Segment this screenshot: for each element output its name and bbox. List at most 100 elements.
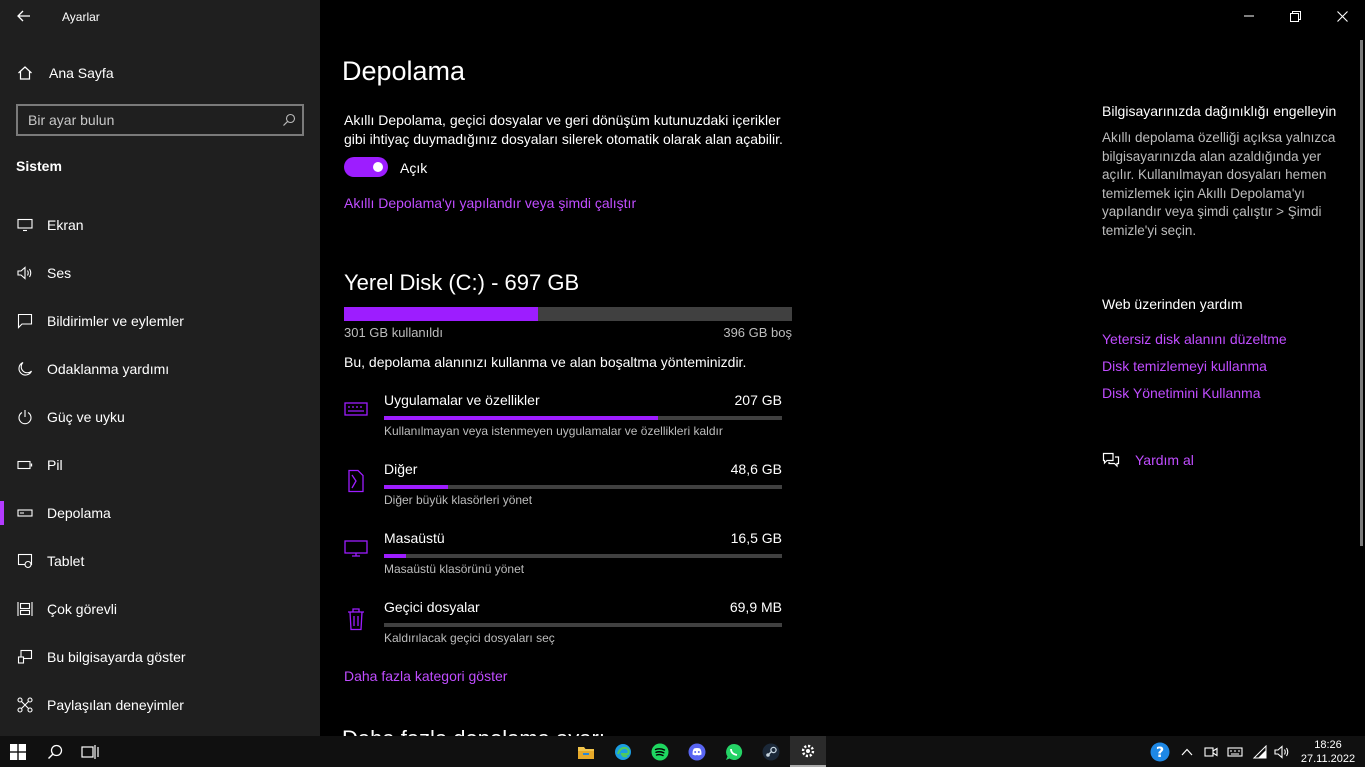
back-button[interactable] [12, 4, 36, 28]
tray-keyboard[interactable] [1225, 742, 1245, 762]
start-button[interactable] [0, 736, 36, 767]
more-storage-settings-heading: Daha fazla depolama ayarı [342, 726, 605, 736]
disk-title: Yerel Disk (C:) - 697 GB [344, 270, 580, 295]
keyboard-icon [1227, 747, 1243, 757]
sidebar-item-ses[interactable]: Ses [0, 249, 320, 297]
tray-volume[interactable] [1273, 742, 1291, 762]
toggle-knob [373, 162, 383, 172]
sidebar-item-cok-gorevli[interactable]: Çok görevli [0, 585, 320, 633]
taskbar-steam[interactable] [753, 736, 789, 767]
sidebar-item-label: Bildirimler ve eylemler [47, 313, 184, 329]
category-subtitle: Diğer büyük klasörleri yönet [384, 493, 533, 507]
battery-icon [16, 460, 34, 470]
category-bar [384, 554, 782, 558]
camera-icon [1204, 747, 1218, 757]
app-title: Ayarlar [62, 10, 100, 24]
help-link-low-disk[interactable]: Yetersiz disk alanını düzeltme [1102, 331, 1287, 347]
category-other[interactable]: Diğer 48,6 GB Diğer büyük klasörleri yön… [344, 461, 784, 519]
tray-overflow-button[interactable] [1178, 742, 1196, 762]
clock-date: 27.11.2022 [1300, 753, 1356, 765]
taskbar-discord[interactable] [679, 736, 715, 767]
home-icon [17, 65, 33, 81]
disk-usage-fill [344, 307, 538, 321]
usage-description: Bu, depolama alanınızı kullanma ve alan … [344, 354, 747, 370]
category-bar-fill [384, 416, 658, 420]
svg-text:?: ? [1156, 745, 1164, 761]
chat-help-icon [1102, 452, 1120, 468]
help-question-icon: ? [1150, 742, 1170, 762]
spotify-icon [651, 743, 669, 760]
sidebar-item-depolama[interactable]: Depolama [0, 489, 320, 537]
sidebar-item-label: Bu bilgisayarda göster [47, 649, 186, 665]
sidebar-item-bildirimler[interactable]: Bildirimler ve eylemler [0, 297, 320, 345]
toggle-state-label: Açık [400, 160, 428, 176]
configure-storage-sense-link[interactable]: Akıllı Depolama'yı yapılandır veya şimdi… [344, 195, 636, 211]
search-input[interactable] [18, 112, 276, 128]
category-name: Masaüstü [384, 530, 445, 546]
page-title: Depolama [342, 56, 466, 86]
main-content: Depolama Akıllı Depolama, geçici dosyala… [320, 0, 1365, 736]
edge-icon [615, 743, 631, 760]
close-button[interactable] [1319, 0, 1365, 32]
wifi-icon [1252, 745, 1267, 759]
moon-icon [16, 361, 34, 377]
scrollbar[interactable] [1360, 40, 1363, 546]
sidebar-item-pil[interactable]: Pil [0, 441, 320, 489]
get-help-button[interactable]: Yardım al [1102, 452, 1194, 468]
sidebar-item-guc[interactable]: Güç ve uyku [0, 393, 320, 441]
minimize-icon [1244, 15, 1254, 17]
category-bar-fill [384, 485, 448, 489]
taskbar-settings[interactable] [790, 736, 826, 767]
sidebar-item-odaklanma[interactable]: Odaklanma yardımı [0, 345, 320, 393]
back-arrow-icon [17, 10, 30, 22]
category-temp-files[interactable]: Geçici dosyalar 69,9 MB Kaldırılacak geç… [344, 599, 784, 657]
sidebar-item-label: Tablet [47, 553, 85, 569]
tray-camera[interactable] [1202, 742, 1220, 762]
sidebar-item-paylasilan[interactable]: Paylaşılan deneyimler [0, 681, 320, 729]
tray-help[interactable]: ? [1150, 742, 1170, 762]
taskbar-clock[interactable]: 18:26 27.11.2022 [1296, 738, 1360, 766]
search-icon[interactable] [276, 113, 302, 127]
help-link-disk-cleanup[interactable]: Disk temizlemeyi kullanma [1102, 358, 1267, 374]
taskbar-edge[interactable] [605, 736, 641, 767]
apps-keyboard-icon [344, 400, 368, 424]
taskbar-spotify[interactable] [642, 736, 678, 767]
sidebar-item-label: Ses [47, 265, 72, 281]
sidebar-item-ekran[interactable]: Ekran [0, 201, 320, 249]
sidebar-nav: Ekran Ses Bildirimler ve eylemler Odakla… [0, 201, 320, 729]
task-view-icon [81, 744, 99, 759]
restore-button[interactable] [1272, 0, 1318, 32]
taskbar-file-explorer[interactable] [568, 736, 604, 767]
category-desktop[interactable]: Masaüstü 16,5 GB Masaüstü klasörünü yöne… [344, 530, 784, 588]
search-box [16, 104, 304, 136]
task-view-button[interactable] [72, 736, 108, 767]
tray-network[interactable] [1251, 742, 1269, 762]
more-categories-link[interactable]: Daha fazla kategori göster [344, 668, 507, 684]
help-link-disk-management[interactable]: Disk Yönetimini Kullanma [1102, 385, 1260, 401]
restore-icon [1289, 10, 1301, 22]
category-subtitle: Masaüstü klasörünü yönet [384, 562, 525, 576]
category-size: 16,5 GB [730, 530, 782, 546]
category-size: 69,9 MB [729, 599, 782, 615]
category-apps[interactable]: Uygulamalar ve özellikler 207 GB Kullanı… [344, 392, 784, 450]
sidebar-item-tablet[interactable]: Tablet [0, 537, 320, 585]
category-size: 48,6 GB [730, 461, 782, 477]
minimize-button[interactable] [1226, 0, 1272, 32]
storage-sense-toggle[interactable] [344, 157, 388, 177]
file-explorer-icon [578, 746, 594, 759]
sidebar: Ayarlar Ana Sayfa Sistem Ekran Ses Bildi… [0, 0, 320, 736]
sidebar-item-goster[interactable]: Bu bilgisayarda göster [0, 633, 320, 681]
category-name: Uygulamalar ve özellikler [384, 392, 540, 408]
storage-icon [16, 508, 34, 518]
monitor-icon [16, 218, 34, 232]
taskbar-whatsapp[interactable] [716, 736, 752, 767]
sidebar-home[interactable]: Ana Sayfa [0, 56, 320, 90]
volume-icon [1274, 745, 1289, 759]
right-panel-text: Akıllı depolama özelliği açıksa yalnızca… [1102, 130, 1336, 238]
category-subtitle: Kullanılmayan veya istenmeyen uygulamala… [384, 424, 723, 438]
project-icon [16, 649, 34, 665]
category-bar [384, 623, 782, 627]
taskbar-search-button[interactable] [37, 736, 73, 767]
storage-sense-description: Akıllı Depolama, geçici dosyalar ve geri… [344, 112, 783, 147]
sidebar-item-label: Pil [47, 457, 63, 473]
